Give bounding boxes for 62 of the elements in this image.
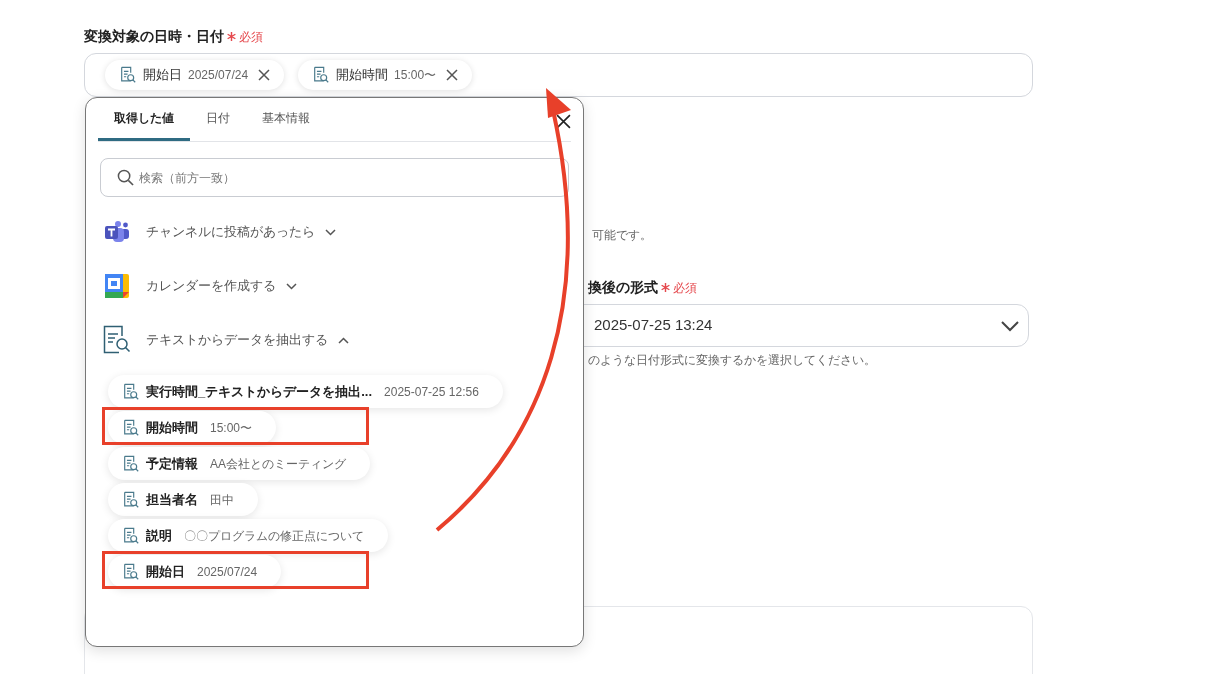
document-search-icon [122, 418, 140, 437]
chip-name: 開始時間 [146, 418, 198, 437]
search-field[interactable]: 検索（前方一致） [100, 158, 569, 197]
chip-value: 2025/07/24 [188, 67, 249, 84]
chip-name: 開始日 [143, 66, 182, 85]
remove-icon[interactable] [446, 69, 459, 81]
group-title: テキストからデータを抽出する [146, 331, 328, 350]
chip-value: 15:00〜 [210, 419, 253, 437]
document-search-icon [122, 382, 140, 401]
help-text: のような日付形式に変換するかを選択してください。 [588, 352, 876, 369]
chip-value: 〇〇プログラムの修正点について [184, 527, 364, 545]
required-label: 必須 [673, 279, 697, 297]
chip-value: 2025-07-25 12:56 [384, 383, 479, 401]
search-icon [117, 169, 134, 186]
chip-value: 15:00〜 [394, 67, 437, 84]
asterisk-icon [227, 32, 236, 41]
tab[interactable]: 日付 [190, 97, 246, 141]
value-chip[interactable]: 開始日 2025/07/24 [108, 555, 282, 588]
help-text: 可能です。 [592, 227, 652, 244]
chevron-down-icon [325, 228, 336, 236]
value-chip[interactable]: 開始時間 15:00〜 [298, 60, 473, 90]
chip-name: 予定情報 [146, 454, 198, 473]
required-label: 必須 [239, 28, 263, 46]
field-label: 換後の形式 [588, 278, 658, 297]
chevron-down-icon [1000, 319, 1020, 332]
chip-name: 開始時間 [336, 66, 389, 85]
chat-app-icon [104, 220, 130, 244]
close-icon[interactable] [556, 114, 571, 129]
chevron-down-icon [286, 282, 297, 290]
value-chip[interactable]: 開始時間 15:00〜 [108, 411, 277, 444]
document-search-icon [122, 490, 140, 509]
chip-value: AA会社とのミーティング [210, 455, 346, 473]
chip-name: 説明 [146, 526, 172, 545]
value-chip[interactable]: 実行時間_テキストからデータを抽出... 2025-07-25 12:56 [108, 375, 503, 408]
document-search-icon [122, 526, 140, 545]
document-search-icon [312, 66, 331, 84]
group-title: カレンダーを作成する [146, 277, 276, 296]
value-chip[interactable]: 担当者名 田中 [108, 483, 258, 516]
source-group-header[interactable]: チャンネルに投稿があったら [103, 217, 583, 247]
chip-value: 2025/07/24 [197, 563, 258, 581]
tab[interactable]: 基本情報 [246, 97, 326, 141]
value-chip[interactable]: 開始日 2025/07/24 [105, 60, 285, 90]
calendar-icon [104, 273, 130, 299]
date-input-field[interactable]: 開始日 2025/07/24 開始時間 15:00〜 [84, 53, 1033, 97]
chip-name: 担当者名 [146, 490, 198, 509]
tab[interactable]: 取得した値 [98, 97, 190, 141]
value-chip[interactable]: 説明 〇〇プログラムの修正点について [108, 519, 388, 552]
chevron-up-icon [338, 336, 349, 344]
chip-value: 田中 [210, 491, 234, 509]
document-search-icon [122, 562, 140, 581]
document-search-icon [119, 66, 137, 84]
asterisk-icon [661, 283, 670, 292]
chip-name: 実行時間_テキストからデータを抽出... [146, 382, 373, 401]
value-chip[interactable]: 予定情報 AA会社とのミーティング [108, 447, 370, 480]
chip-name: 開始日 [146, 562, 185, 581]
field-label: 変換対象の日時・日付 [84, 27, 224, 46]
group-title: チャンネルに投稿があったら [146, 223, 315, 242]
document-search-icon [103, 325, 131, 355]
document-search-icon [122, 454, 140, 473]
select-value: 2025-07-25 13:24 [594, 315, 713, 336]
source-group-header[interactable]: カレンダーを作成する [103, 271, 583, 301]
remove-icon[interactable] [258, 69, 271, 81]
